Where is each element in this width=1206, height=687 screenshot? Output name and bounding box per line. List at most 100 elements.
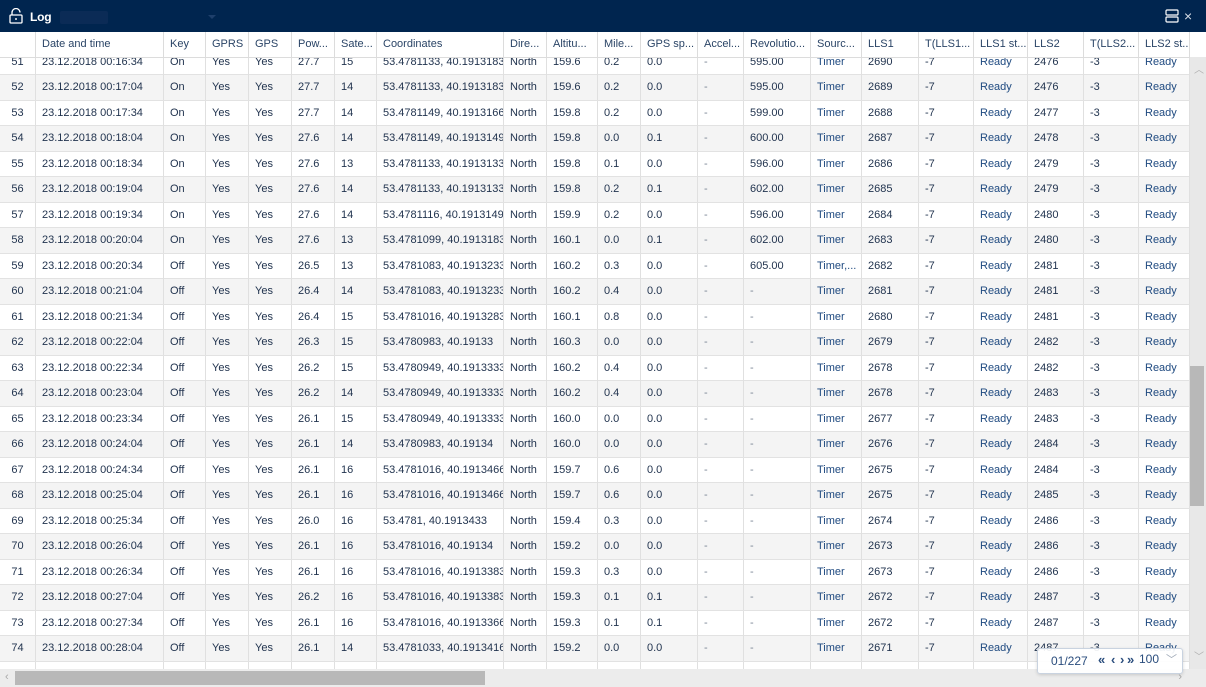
table-row[interactable]: 64 23.12.2018 00:23:04 Off Yes Yes 26.2 14 53.4… bbox=[0, 381, 1190, 407]
vertical-scroll-thumb[interactable] bbox=[1190, 366, 1204, 506]
column-header-tlls1[interactable]: T(LLS1... bbox=[919, 32, 974, 57]
row-number: 57 bbox=[0, 202, 36, 228]
cell-datetime: 23.12.2018 00:21:04 bbox=[36, 279, 164, 304]
cell-dir: North bbox=[504, 177, 547, 202]
column-header-sat[interactable]: Sate... bbox=[335, 32, 377, 57]
cell-lls2: 2483 bbox=[1028, 406, 1084, 432]
cell-alt: 160.1 bbox=[547, 228, 598, 253]
cell-gpssp: 0.0 bbox=[641, 253, 698, 279]
vertical-scrollbar[interactable]: ︿ ﹀ bbox=[1190, 57, 1206, 669]
cell-gpssp bbox=[641, 661, 698, 669]
column-header-lls2st[interactable]: LLS2 st... bbox=[1139, 32, 1190, 57]
chevron-down-icon[interactable]: ﹀ bbox=[1166, 651, 1177, 667]
table-row[interactable]: 63 23.12.2018 00:22:34 Off Yes Yes 26.2 15 53.4… bbox=[0, 355, 1190, 381]
table-row[interactable]: 69 23.12.2018 00:25:34 Off Yes Yes 26.0 16 53.4… bbox=[0, 508, 1190, 534]
cell-key: On bbox=[164, 202, 206, 228]
scroll-down-icon[interactable]: ﹀ bbox=[1194, 648, 1204, 663]
cell-src: Timer bbox=[811, 432, 862, 457]
column-header-datetime[interactable]: Date and time bbox=[36, 32, 164, 57]
column-header-lls1[interactable]: LLS1 bbox=[862, 32, 919, 57]
column-header-gpssp[interactable]: GPS sp... bbox=[641, 32, 698, 57]
cell-lls2st: Ready bbox=[1139, 304, 1190, 330]
column-header-alt[interactable]: Altitu... bbox=[547, 32, 598, 57]
row-number bbox=[0, 661, 36, 669]
table-row[interactable]: 52 23.12.2018 00:17:04 On Yes Yes 27.7 14 53.47… bbox=[0, 75, 1190, 101]
table-header: Date and time Key GPRS GPS Pow... Sate... Coor… bbox=[0, 32, 1190, 58]
column-header-mile[interactable]: Mile... bbox=[598, 32, 641, 57]
cell-rev bbox=[744, 661, 811, 669]
table-row[interactable]: 59 23.12.2018 00:20:34 Off Yes Yes 26.5 13 53.4… bbox=[0, 253, 1190, 279]
cell-lls2st: Ready bbox=[1139, 355, 1190, 381]
cell-lls2: 2477 bbox=[1028, 100, 1084, 126]
table-row[interactable]: 73 23.12.2018 00:27:34 Off Yes Yes 26.1 16 53.4… bbox=[0, 610, 1190, 636]
table-row[interactable]: 74 23.12.2018 00:28:04 Off Yes Yes 26.1 14 53.4… bbox=[0, 636, 1190, 662]
table-row[interactable]: 67 23.12.2018 00:24:34 Off Yes Yes 26.1 16 53.4… bbox=[0, 457, 1190, 483]
cell-dir: North bbox=[504, 457, 547, 483]
table-row[interactable]: 57 23.12.2018 00:19:34 On Yes Yes 27.6 14 53.47… bbox=[0, 202, 1190, 228]
last-page-button[interactable]: » bbox=[1127, 652, 1134, 667]
page-size-select[interactable]: 100 bbox=[1139, 652, 1159, 666]
column-header-gps[interactable]: GPS bbox=[249, 32, 292, 57]
column-header-key[interactable]: Key bbox=[164, 32, 206, 57]
table-row[interactable]: 65 23.12.2018 00:23:34 Off Yes Yes 26.1 15 53.4… bbox=[0, 406, 1190, 432]
table-row[interactable]: 62 23.12.2018 00:22:04 Off Yes Yes 26.3 15 53.4… bbox=[0, 330, 1190, 356]
object-selector[interactable] bbox=[60, 11, 108, 24]
table-row[interactable]: 55 23.12.2018 00:18:34 On Yes Yes 27.6 13 53.47… bbox=[0, 151, 1190, 177]
prev-page-button[interactable]: ‹ bbox=[1111, 652, 1115, 667]
chevron-down-icon[interactable] bbox=[208, 15, 216, 19]
cell-lls1st: Ready bbox=[974, 508, 1028, 534]
cell-key: Off bbox=[164, 534, 206, 559]
cell-sat: 15 bbox=[335, 406, 377, 432]
column-header-rev[interactable]: Revolutio... bbox=[744, 32, 811, 57]
table-row[interactable]: 53 23.12.2018 00:17:34 On Yes Yes 27.7 14 53.47… bbox=[0, 100, 1190, 126]
cell-coords: 53.4780983, 40.19134 bbox=[377, 432, 504, 457]
cell-lls2st: Ready bbox=[1139, 508, 1190, 534]
column-header-lls1st[interactable]: LLS1 st... bbox=[974, 32, 1028, 57]
table-row[interactable]: 54 23.12.2018 00:18:04 On Yes Yes 27.6 14 53.47… bbox=[0, 126, 1190, 152]
cell-gprs: Yes bbox=[206, 406, 249, 432]
table-row[interactable] bbox=[0, 661, 1190, 669]
cell-sat: 16 bbox=[335, 483, 377, 508]
column-header-src[interactable]: Sourc... bbox=[811, 32, 862, 57]
cell-tlls2: -3 bbox=[1084, 406, 1139, 432]
column-header-n[interactable] bbox=[0, 32, 36, 57]
column-header-tlls2[interactable]: T(LLS2... bbox=[1084, 32, 1139, 57]
table-row[interactable]: 71 23.12.2018 00:26:34 Off Yes Yes 26.1 16 53.4… bbox=[0, 559, 1190, 585]
column-header-lls2[interactable]: LLS2 bbox=[1028, 32, 1084, 57]
cell-rev: - bbox=[744, 457, 811, 483]
cell-datetime: 23.12.2018 00:27:34 bbox=[36, 610, 164, 636]
cell-sat: 13 bbox=[335, 253, 377, 279]
row-number: 56 bbox=[0, 177, 36, 202]
cell-dir: North bbox=[504, 75, 547, 100]
cell-coords: 53.4781116, 40.1913149 bbox=[377, 202, 504, 228]
horizontal-scroll-thumb[interactable] bbox=[15, 671, 485, 685]
cell-power: 26.1 bbox=[292, 636, 335, 661]
table-row[interactable]: 58 23.12.2018 00:20:04 On Yes Yes 27.6 13 53.47… bbox=[0, 228, 1190, 254]
cell-gpssp: 0.1 bbox=[641, 126, 698, 151]
table-row[interactable]: 61 23.12.2018 00:21:34 Off Yes Yes 26.4 15 53.4… bbox=[0, 304, 1190, 330]
cell-gps: Yes bbox=[249, 126, 292, 151]
scroll-up-icon[interactable]: ︿ bbox=[1194, 61, 1204, 76]
next-page-button[interactable]: › bbox=[1120, 652, 1124, 667]
cell-tlls1: -7 bbox=[919, 636, 974, 661]
cell-rev: - bbox=[744, 355, 811, 381]
first-page-button[interactable]: « bbox=[1098, 652, 1105, 667]
split-view-icon[interactable] bbox=[1165, 9, 1179, 23]
table-row[interactable]: 72 23.12.2018 00:27:04 Off Yes Yes 26.2 16 53.4… bbox=[0, 585, 1190, 611]
close-button[interactable]: × bbox=[1184, 8, 1192, 24]
horizontal-scrollbar[interactable]: ‹ › bbox=[0, 669, 1190, 687]
log-table: 51 23.12.2018 00:16:34 On Yes Yes 27.7 15 53.47… bbox=[0, 32, 1190, 669]
scroll-left-icon[interactable]: ‹ bbox=[5, 671, 9, 683]
column-header-power[interactable]: Pow... bbox=[292, 32, 335, 57]
column-header-gprs[interactable]: GPRS bbox=[206, 32, 249, 57]
cell-datetime: 23.12.2018 00:19:34 bbox=[36, 202, 164, 228]
column-header-accel[interactable]: Accel... bbox=[698, 32, 744, 57]
column-header-coords[interactable]: Coordinates bbox=[377, 32, 504, 57]
table-row[interactable]: 70 23.12.2018 00:26:04 Off Yes Yes 26.1 16 53.4… bbox=[0, 534, 1190, 560]
unlock-icon[interactable] bbox=[9, 8, 23, 24]
table-row[interactable]: 56 23.12.2018 00:19:04 On Yes Yes 27.6 14 53.47… bbox=[0, 177, 1190, 203]
table-row[interactable]: 60 23.12.2018 00:21:04 Off Yes Yes 26.4 14 53.4… bbox=[0, 279, 1190, 305]
table-row[interactable]: 68 23.12.2018 00:25:04 Off Yes Yes 26.1 16 53.4… bbox=[0, 483, 1190, 509]
column-header-dir[interactable]: Dire... bbox=[504, 32, 547, 57]
table-row[interactable]: 66 23.12.2018 00:24:04 Off Yes Yes 26.1 14 53.4… bbox=[0, 432, 1190, 458]
